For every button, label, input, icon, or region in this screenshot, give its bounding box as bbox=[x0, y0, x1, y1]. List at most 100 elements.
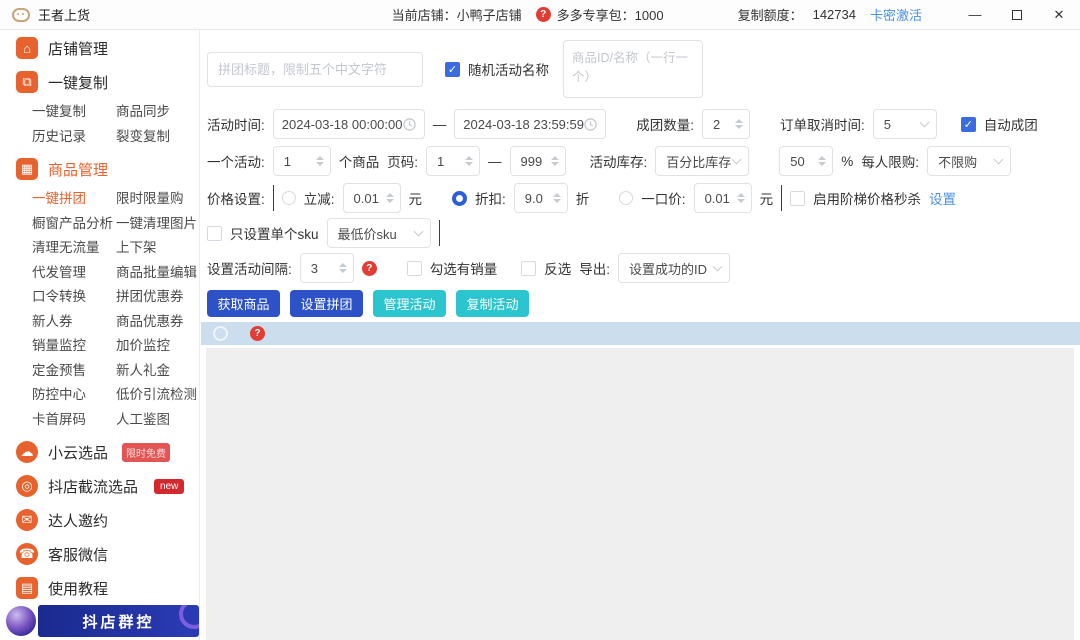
stepper-arrows-icon[interactable] bbox=[551, 156, 559, 166]
stepper-arrows-icon[interactable] bbox=[316, 156, 324, 166]
sidebar-item-on-off-shelf[interactable]: 上下架 bbox=[116, 236, 199, 261]
stepper-arrows-icon[interactable] bbox=[465, 156, 473, 166]
sidebar-item-label: 一键复制 bbox=[48, 72, 108, 93]
page-start-value: 1 bbox=[437, 154, 444, 169]
fixed-price-radio[interactable] bbox=[619, 191, 633, 205]
sidebar-item-kefu-wechat[interactable]: ☎ 客服微信 bbox=[0, 538, 199, 570]
fixed-price-input[interactable]: 0.01 bbox=[694, 183, 752, 213]
sidebar-item-goods-sync[interactable]: 商品同步 bbox=[116, 100, 199, 125]
reduce-radio[interactable] bbox=[282, 191, 296, 205]
limit-select[interactable]: 不限购 bbox=[927, 146, 1011, 176]
page-end-input[interactable]: 999 bbox=[510, 146, 566, 176]
close-button[interactable]: ✕ bbox=[1038, 0, 1080, 30]
has-sales-checkbox[interactable] bbox=[407, 261, 422, 276]
stock-type-select[interactable]: 百分比库存 bbox=[655, 146, 749, 176]
ladder-price-checkbox[interactable] bbox=[790, 191, 805, 206]
sidebar-item-one-key-copy-sub[interactable]: 一键复制 bbox=[32, 100, 116, 125]
sku-select[interactable]: 最低价sku bbox=[327, 218, 431, 248]
sidebar-item-manual-image-check[interactable]: 人工鉴图 bbox=[116, 408, 199, 433]
random-name-label: 随机活动名称 bbox=[468, 59, 549, 79]
single-sku-checkbox[interactable] bbox=[207, 226, 222, 241]
sidebar-item-code-convert[interactable]: 口令转换 bbox=[32, 285, 116, 310]
page-label: 页码: bbox=[387, 151, 418, 171]
sidebar-item-deposit-presale[interactable]: 定金预售 bbox=[32, 359, 116, 384]
discount-value: 9.0 bbox=[525, 191, 543, 206]
stepper-arrows-icon[interactable] bbox=[737, 193, 745, 203]
maximize-button[interactable] bbox=[996, 0, 1038, 30]
purple-sphere-logo-icon bbox=[6, 606, 36, 636]
interval-label: 设置活动间隔: bbox=[207, 258, 292, 278]
get-goods-button[interactable]: 获取商品 bbox=[207, 290, 280, 317]
pack-help-icon[interactable]: ? bbox=[536, 7, 551, 22]
reduce-input[interactable]: 0.01 bbox=[343, 183, 401, 213]
sidebar-item-sales-monitor[interactable]: 销量监控 bbox=[32, 334, 116, 359]
sidebar-item-doudian-select[interactable]: ◎ 抖店截流选品 new bbox=[0, 470, 199, 502]
sidebar-item-card-screen-code[interactable]: 卡首屏码 bbox=[32, 408, 116, 433]
sidebar-item-window-analysis[interactable]: 橱窗产品分析 bbox=[32, 212, 116, 237]
set-pintuan-button[interactable]: 设置拼团 bbox=[290, 290, 363, 317]
sidebar-item-flash-limit[interactable]: 限时限量购 bbox=[116, 187, 199, 212]
one-activity-input[interactable]: 1 bbox=[273, 146, 331, 176]
doudian-group-control-banner[interactable]: 抖店群控 bbox=[0, 602, 199, 640]
discount-radio[interactable] bbox=[452, 191, 467, 206]
stepper-arrows-icon[interactable] bbox=[818, 156, 826, 166]
sidebar-item-one-key-pintuan[interactable]: 一键拼团 bbox=[32, 187, 116, 212]
yuan-label: 元 bbox=[409, 188, 423, 208]
copy-quota-value: 142734 bbox=[813, 7, 856, 22]
pintuan-title-input[interactable] bbox=[207, 52, 423, 87]
chat-invite-icon: ✉ bbox=[16, 509, 38, 531]
sidebar-item-batch-edit[interactable]: 商品批量编辑 bbox=[116, 261, 199, 286]
interval-help-icon[interactable]: ? bbox=[362, 261, 377, 276]
stock-percent-input[interactable]: 50 bbox=[779, 146, 833, 176]
sidebar-item-lowprice-detect[interactable]: 低价引流检测 bbox=[116, 383, 199, 408]
stepper-arrows-icon[interactable] bbox=[553, 193, 561, 203]
export-value: 设置成功的ID bbox=[629, 259, 707, 278]
interval-input[interactable]: 3 bbox=[300, 253, 354, 283]
order-cancel-select[interactable]: 5 bbox=[873, 109, 937, 139]
sidebar-item-dropship-manage[interactable]: 代发管理 bbox=[32, 261, 116, 286]
sidebar-item-goods-coupon[interactable]: 商品优惠券 bbox=[116, 310, 199, 335]
invert-checkbox[interactable] bbox=[521, 261, 536, 276]
sidebar-item-newuser-gift[interactable]: 新人礼金 bbox=[116, 359, 199, 384]
sidebar-item-pintuan-coupon[interactable]: 拼团优惠券 bbox=[116, 285, 199, 310]
page-start-input[interactable]: 1 bbox=[426, 146, 480, 176]
sidebar-item-fission-copy[interactable]: 裂变复制 bbox=[116, 125, 199, 150]
sidebar-item-goods-manage[interactable]: ▦ 商品管理 bbox=[0, 153, 199, 185]
copy-activity-button[interactable]: 复制活动 bbox=[456, 290, 529, 317]
stock-type-value: 百分比库存 bbox=[666, 152, 731, 171]
stepper-arrows-icon[interactable] bbox=[386, 193, 394, 203]
end-time-input[interactable]: 2024-03-18 23:59:59 bbox=[454, 109, 606, 139]
export-select[interactable]: 设置成功的ID bbox=[618, 253, 730, 283]
sidebar-item-price-monitor[interactable]: 加价监控 bbox=[116, 334, 199, 359]
start-time-input[interactable]: 2024-03-18 00:00:00 bbox=[273, 109, 425, 139]
discount-input[interactable]: 9.0 bbox=[514, 183, 568, 213]
sidebar-item-one-key-copy[interactable]: ⧉ 一键复制 bbox=[0, 66, 199, 98]
sidebar-item-xiaoyun-select[interactable]: ☁ 小云选品 限时免费 bbox=[0, 436, 199, 468]
goods-ids-textarea[interactable] bbox=[563, 40, 703, 98]
manage-activity-button[interactable]: 管理活动 bbox=[373, 290, 446, 317]
group-count-input[interactable]: 2 bbox=[702, 109, 750, 139]
sidebar-item-label: 使用教程 bbox=[48, 578, 108, 599]
select-all-radio[interactable] bbox=[213, 326, 228, 341]
table-help-icon[interactable]: ? bbox=[250, 326, 265, 341]
stock-percent-value: 50 bbox=[790, 154, 804, 169]
interval-value: 3 bbox=[311, 261, 318, 276]
random-name-checkbox[interactable] bbox=[445, 62, 460, 77]
sidebar-item-history[interactable]: 历史记录 bbox=[32, 125, 116, 150]
sidebar-item-tutorial[interactable]: ▤ 使用教程 bbox=[0, 572, 199, 604]
card-activate-link[interactable]: 卡密激活 bbox=[870, 5, 922, 24]
auto-group-checkbox[interactable] bbox=[961, 117, 976, 132]
start-time-value: 2024-03-18 00:00:00 bbox=[282, 117, 403, 132]
sidebar-item-clean-no-traffic[interactable]: 清理无流量 bbox=[32, 236, 116, 261]
sidebar-item-risk-center[interactable]: 防控中心 bbox=[32, 383, 116, 408]
stepper-arrows-icon[interactable] bbox=[735, 119, 743, 129]
sidebar-item-clean-images[interactable]: 一键清理图片 bbox=[116, 212, 199, 237]
ladder-settings-link[interactable]: 设置 bbox=[929, 188, 956, 208]
storefront-icon: ⌂ bbox=[16, 37, 38, 59]
minimize-button[interactable]: — bbox=[954, 0, 996, 30]
sidebar-item-daren-invite[interactable]: ✉ 达人邀约 bbox=[0, 504, 199, 536]
limit-label: 每人限购: bbox=[861, 151, 919, 171]
sidebar-item-store-manage[interactable]: ⌂ 店铺管理 bbox=[0, 32, 199, 64]
stepper-arrows-icon[interactable] bbox=[339, 263, 347, 273]
sidebar-item-newuser-coupon[interactable]: 新人券 bbox=[32, 310, 116, 335]
